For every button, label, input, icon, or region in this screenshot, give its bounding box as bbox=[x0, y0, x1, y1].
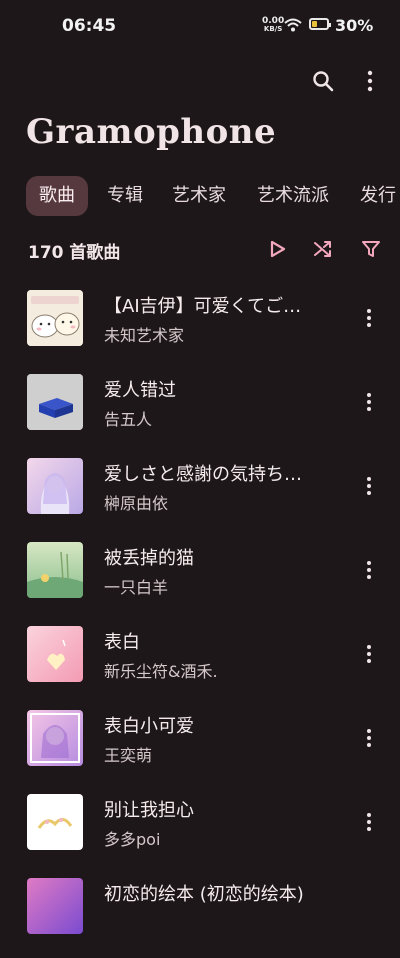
album-art bbox=[27, 878, 83, 934]
song-more-button[interactable] bbox=[358, 556, 380, 584]
song-artist: 榊原由依 bbox=[104, 494, 169, 513]
song-title: 【AI吉伊】可爱くてご… bbox=[104, 296, 302, 317]
status-bar: 06:45 0.00 KB/S 30% bbox=[0, 0, 400, 52]
album-art bbox=[27, 458, 83, 514]
song-row[interactable]: 爱人错过 告五人 bbox=[0, 370, 400, 454]
filter-icon bbox=[362, 241, 380, 257]
song-row[interactable]: 【AI吉伊】可爱くてご… 未知艺术家 bbox=[0, 286, 400, 370]
song-title: 爱しさと感謝の気持ち… bbox=[104, 464, 302, 485]
song-more-button[interactable] bbox=[358, 304, 380, 332]
album-art bbox=[27, 794, 83, 850]
song-artist: 王奕萌 bbox=[104, 746, 153, 765]
song-title: 表白 bbox=[104, 632, 140, 653]
wifi-icon bbox=[284, 17, 302, 36]
song-artist: 多多poi bbox=[104, 830, 161, 849]
song-row[interactable]: 表白 新乐尘符&酒禾. bbox=[0, 622, 400, 706]
tab-songs[interactable]: 歌曲 bbox=[26, 176, 88, 216]
song-row[interactable]: 表白小可爱 王奕萌 bbox=[0, 706, 400, 790]
more-options-button[interactable] bbox=[355, 66, 385, 96]
song-artist: 新乐尘符&酒禾. bbox=[104, 662, 218, 681]
song-row[interactable]: 爱しさと感謝の気持ち… 榊原由依 bbox=[0, 454, 400, 538]
song-more-button[interactable] bbox=[358, 472, 380, 500]
song-title: 爱人错过 bbox=[104, 380, 176, 401]
tab-artists[interactable]: 艺术家 bbox=[172, 176, 226, 216]
song-more-button[interactable] bbox=[358, 808, 380, 836]
battery-percent: 30% bbox=[335, 16, 374, 35]
network-speed: 0.00 KB/S bbox=[262, 16, 285, 34]
song-artist: 一只白羊 bbox=[104, 578, 169, 597]
album-art bbox=[27, 710, 83, 766]
more-vertical-icon bbox=[367, 561, 371, 579]
search-button[interactable] bbox=[308, 66, 338, 96]
song-row[interactable]: 别让我担心 多多poi bbox=[0, 790, 400, 874]
song-title: 被丢掉的猫 bbox=[104, 548, 194, 569]
more-vertical-icon bbox=[367, 729, 371, 747]
search-icon bbox=[313, 71, 334, 92]
tab-genres[interactable]: 艺术流派 bbox=[257, 176, 329, 216]
song-title: 别让我担心 bbox=[104, 800, 194, 821]
album-art bbox=[27, 374, 83, 430]
play-icon bbox=[270, 240, 286, 258]
song-more-button[interactable] bbox=[358, 640, 380, 668]
more-vertical-icon bbox=[367, 393, 371, 411]
more-vertical-icon bbox=[367, 813, 371, 831]
more-vertical-icon bbox=[367, 477, 371, 495]
song-artist: 未知艺术家 bbox=[104, 326, 185, 345]
song-count: 170 首歌曲 bbox=[28, 243, 121, 263]
song-title: 初恋的绘本 (初恋的绘本) bbox=[104, 884, 304, 905]
play-all-button[interactable] bbox=[265, 236, 291, 262]
more-vertical-icon bbox=[367, 309, 371, 327]
more-vertical-icon bbox=[367, 70, 373, 92]
status-time: 06:45 bbox=[62, 16, 117, 36]
album-art bbox=[27, 542, 83, 598]
album-art bbox=[27, 290, 83, 346]
battery-icon bbox=[309, 18, 331, 30]
song-row[interactable]: 初恋的绘本 (初恋的绘本) bbox=[0, 874, 400, 958]
song-title: 表白小可爱 bbox=[104, 716, 194, 737]
tab-albums[interactable]: 专辑 bbox=[107, 176, 143, 216]
app-title: Gramophone bbox=[26, 112, 277, 152]
more-vertical-icon bbox=[367, 645, 371, 663]
shuffle-icon bbox=[314, 241, 331, 257]
song-more-button[interactable] bbox=[358, 388, 380, 416]
filter-button[interactable] bbox=[358, 236, 384, 262]
album-art bbox=[27, 626, 83, 682]
shuffle-button[interactable] bbox=[310, 236, 336, 262]
song-artist: 告五人 bbox=[104, 410, 153, 429]
song-more-button[interactable] bbox=[358, 724, 380, 752]
tab-releases[interactable]: 发行 bbox=[360, 176, 396, 216]
song-row[interactable]: 被丢掉的猫 一只白羊 bbox=[0, 538, 400, 622]
